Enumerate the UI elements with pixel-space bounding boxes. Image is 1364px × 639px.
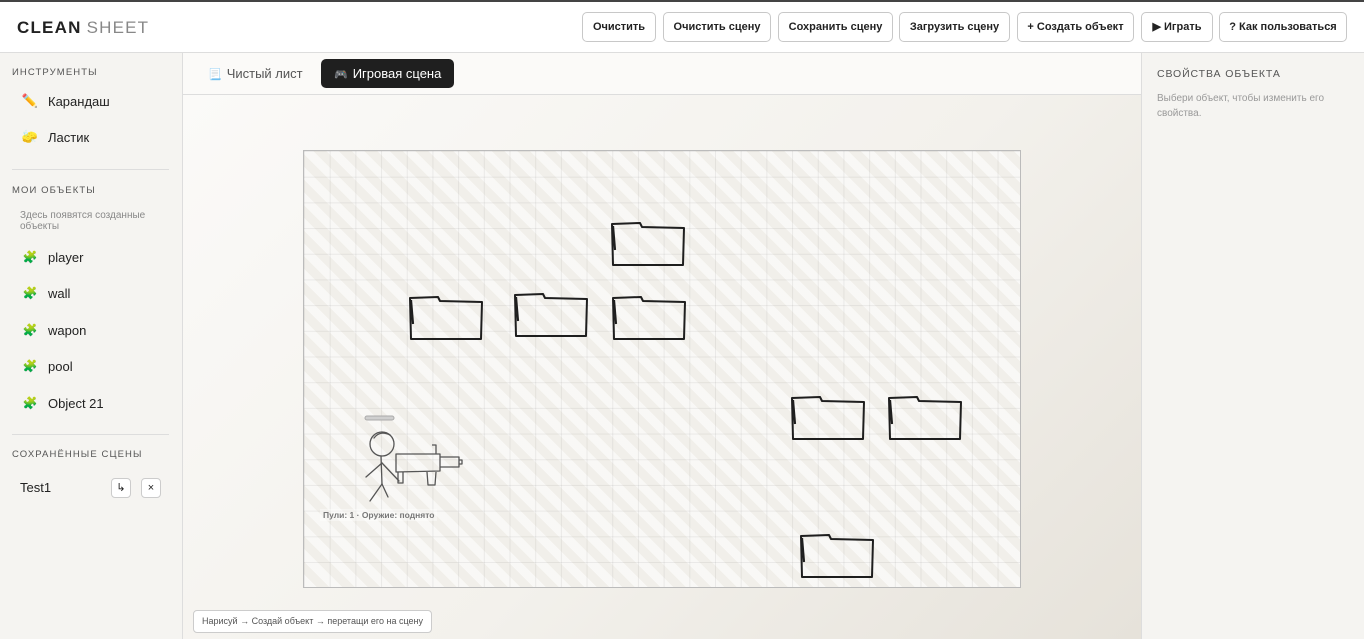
create-object-button[interactable]: + Создать объект [1017, 12, 1134, 42]
object-item-player[interactable]: 🧩 player [20, 246, 84, 268]
play-button[interactable]: ▶ Играть [1141, 12, 1213, 42]
wall-object[interactable] [611, 295, 687, 341]
sidebar-divider [12, 434, 169, 435]
properties-title: СВОЙСТВА ОБЪЕКТА [1157, 68, 1281, 80]
top-bar: CLEAN SHEET Очистить Очистить сцену Сохра… [0, 0, 1364, 53]
puzzle-icon: 🧩 [22, 396, 38, 410]
object-item-wapon[interactable]: 🧩 wapon [20, 319, 87, 341]
tab-label: Чистый лист [226, 66, 303, 81]
object-label: pool [48, 358, 73, 374]
tool-label: Ластик [48, 129, 90, 145]
tools-section-title: ИНСТРУМЕНТЫ [12, 67, 98, 78]
save-scene-button[interactable]: Сохранить сцену [778, 12, 893, 42]
puzzle-icon: 🧩 [22, 286, 38, 300]
wall-object[interactable] [610, 221, 686, 267]
puzzle-icon: 🧩 [22, 323, 38, 337]
app-logo: CLEAN SHEET [17, 18, 149, 38]
scenes-section-title: СОХРАНЁННЫЕ СЦЕНЫ [12, 449, 143, 460]
gamepad-icon: 🎮 [334, 69, 348, 81]
load-scene-button[interactable]: Загрузить сцену [899, 12, 1010, 42]
object-item-wall[interactable]: 🧩 wall [20, 282, 71, 304]
logo-bold-text: CLEAN [17, 18, 82, 37]
object-label: player [48, 249, 84, 265]
sidebar-divider [12, 169, 169, 170]
tool-pencil[interactable]: ✏️ Карандаш [20, 88, 110, 114]
wall-object[interactable] [887, 395, 963, 441]
tool-eraser[interactable]: 🧽 Ластик [20, 124, 89, 150]
load-saved-scene-button[interactable]: ↳ [111, 478, 131, 498]
puzzle-icon: 🧩 [22, 359, 38, 373]
wall-object[interactable] [799, 533, 875, 579]
tab-label: Игровая сцена [352, 66, 442, 81]
player-object[interactable] [364, 415, 400, 502]
objects-section-title: МОИ ОБЪЕКТЫ [12, 185, 96, 196]
scene-drawing [364, 221, 963, 579]
clear-button[interactable]: Очистить [582, 12, 656, 42]
clear-scene-button[interactable]: Очистить сцену [663, 12, 771, 42]
properties-panel: СВОЙСТВА ОБЪЕКТА Выбери объект, чтобы из… [1141, 53, 1364, 639]
tab-clean-sheet[interactable]: 📃 Чистый лист [195, 59, 316, 88]
status-hint: Нарисуй → Создай объект → перетащи его н… [193, 610, 432, 633]
help-button[interactable]: ? Как пользоваться [1219, 12, 1347, 42]
scene-canvas[interactable]: Пули: 1 · Оружие: поднято [303, 150, 1021, 588]
object-item-object-21[interactable]: 🧩 Object 21 [20, 392, 104, 414]
object-label: wapon [48, 322, 87, 338]
tool-label: Карандаш [48, 93, 110, 109]
wall-object[interactable] [513, 292, 589, 338]
workspace: Пули: 1 · Оружие: поднято Нарисуй → Созд… [183, 95, 1141, 639]
object-item-pool[interactable]: 🧩 pool [20, 355, 73, 377]
game-hud: Пули: 1 · Оружие: поднято [320, 509, 438, 521]
tab-game-scene[interactable]: 🎮 Игровая сцена [321, 59, 455, 88]
properties-hint: Выбери объект, чтобы изменить его свойст… [1157, 93, 1325, 119]
saved-scene-name[interactable]: Test1 [20, 480, 51, 495]
wall-object[interactable] [408, 295, 484, 341]
delete-saved-scene-button[interactable]: × [141, 478, 161, 498]
objects-hint: Здесь появятся созданные объекты [20, 210, 146, 232]
wall-object[interactable] [790, 395, 866, 441]
logo-light-text: SHEET [86, 18, 150, 37]
object-label: Object 21 [48, 395, 104, 411]
pencil-icon: ✏️ [21, 93, 39, 108]
object-label: wall [48, 285, 71, 301]
tab-bar: 📃 Чистый лист 🎮 Игровая сцена [183, 53, 1141, 95]
left-sidebar: ИНСТРУМЕНТЫ ✏️ Карандаш 🧽 Ластик МОИ ОБЪ… [0, 53, 183, 639]
page-icon: 📃 [208, 69, 222, 81]
weapon-object[interactable] [395, 444, 463, 486]
eraser-icon: 🧽 [21, 129, 39, 144]
puzzle-icon: 🧩 [22, 250, 38, 264]
